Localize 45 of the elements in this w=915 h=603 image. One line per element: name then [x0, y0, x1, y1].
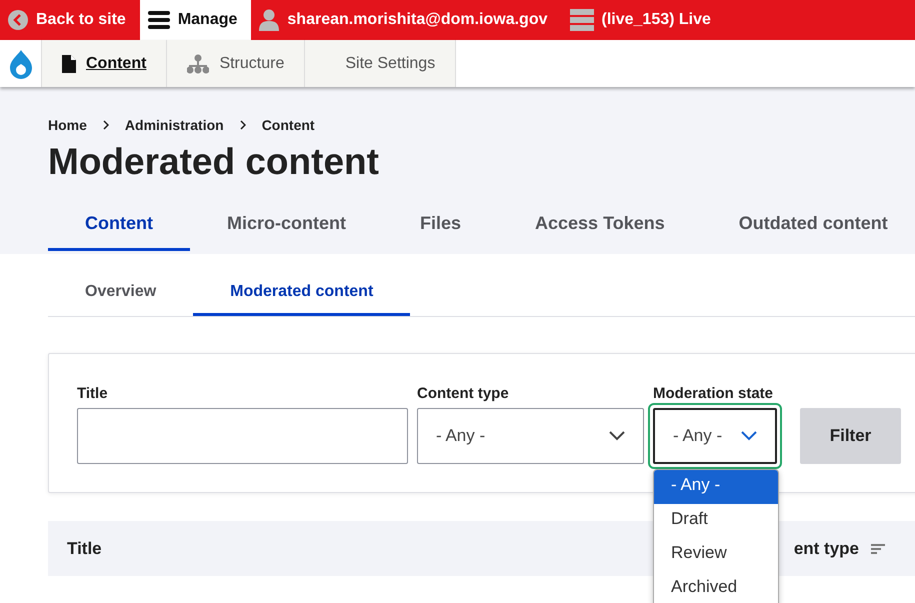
chevron-down-icon: [741, 431, 757, 441]
field-label: Content type: [417, 385, 510, 402]
dropdown-option[interactable]: - Any -: [654, 470, 778, 504]
tab[interactable]: Access Tokens: [498, 201, 702, 251]
column-header: Title: [67, 538, 102, 558]
tab[interactable]: Content: [48, 201, 190, 251]
back-icon: [8, 10, 28, 30]
menu-item[interactable]: Structure: [167, 40, 306, 87]
menu-icon: [148, 10, 170, 30]
field-label: Title: [77, 385, 109, 402]
toolbar-link[interactable]: (live_153) Live: [562, 0, 725, 40]
dropdown-option[interactable]: Draft: [654, 504, 778, 538]
sub-tab[interactable]: Overview: [48, 269, 194, 316]
toolbar-link[interactable]: Back to site: [0, 0, 140, 40]
chevron-right-icon: [240, 120, 246, 130]
menu-item[interactable]: Content: [42, 40, 168, 87]
select-field[interactable]: - Any -: [417, 408, 644, 464]
tab[interactable]: Outdated content: [702, 201, 915, 251]
select-field[interactable]: - Any -: [653, 408, 777, 464]
filter-button[interactable]: Filter: [800, 408, 901, 464]
tab[interactable]: Files: [382, 201, 498, 251]
toolbar-link[interactable]: sharean.morishita@dom.iowa.gov: [251, 0, 562, 40]
breadcrumb-link[interactable]: Home: [48, 117, 87, 133]
toolbar-link[interactable]: Manage: [140, 0, 252, 40]
server-icon: [570, 9, 594, 31]
sort-icon: [871, 544, 885, 554]
user-icon: [259, 9, 280, 31]
hierarchy-icon: [187, 54, 210, 74]
field-label: Moderation state: [653, 385, 774, 402]
sortable-column-header[interactable]: ent type: [794, 538, 885, 558]
page-title: Moderated content: [48, 141, 380, 183]
dropdown-option[interactable]: Review: [654, 538, 778, 572]
chevron-right-icon: [102, 120, 109, 130]
select-value: - Any -: [436, 426, 486, 446]
breadcrumb-link[interactable]: Content: [262, 117, 315, 133]
select-value: - Any -: [673, 426, 722, 446]
document-icon: [62, 54, 76, 72]
dropdown-option[interactable]: Archived: [654, 572, 778, 603]
title-input-field[interactable]: [77, 408, 408, 464]
breadcrumb-link[interactable]: Administration: [124, 117, 224, 133]
menu-item[interactable]: Site Settings: [305, 40, 456, 87]
drop-logo-icon: [8, 48, 32, 78]
chevron-down-icon: [609, 431, 625, 441]
sub-tab[interactable]: Moderated content: [193, 269, 410, 316]
tab[interactable]: Micro-content: [190, 201, 383, 251]
